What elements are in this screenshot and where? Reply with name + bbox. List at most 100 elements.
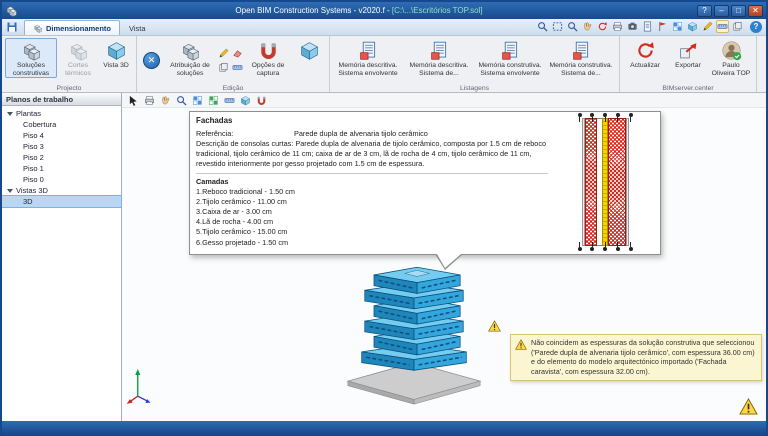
edit-icon[interactable]	[701, 20, 714, 33]
edit-tools-grid	[217, 47, 244, 74]
user-account-button[interactable]: Paulo Oliveira TOP	[709, 38, 753, 78]
opcoes-captura-button[interactable]: Opções de captura	[245, 38, 291, 78]
exportar-button[interactable]: Exportar	[668, 38, 708, 71]
help-icon[interactable]: ?	[750, 20, 762, 33]
minimize-button[interactable]: –	[714, 4, 729, 17]
tree-item-piso3[interactable]: Piso 3	[2, 141, 121, 152]
memoria-construtiva-envolvente-button[interactable]: Memória construtiva. Sistema envolvente	[475, 38, 545, 78]
close-button[interactable]: ✕	[748, 4, 763, 17]
help-button[interactable]: ?	[697, 4, 712, 17]
layer-item: 5.Tijolo cerâmico - 15.00 cm	[196, 227, 288, 237]
status-warning-icon[interactable]	[739, 398, 758, 415]
window-title: Open BIM Construction Systems - v2020.f …	[235, 6, 483, 15]
pan-icon[interactable]	[581, 20, 594, 33]
collapse-arrow-icon[interactable]	[7, 111, 13, 116]
grid-green-icon[interactable]	[207, 94, 219, 106]
edit-pencil-icon[interactable]	[217, 47, 230, 60]
wall-section-drawing	[556, 113, 654, 251]
window-title-path: [C:\...\Escritórios TOP.sol]	[391, 6, 483, 15]
view-3d-icon	[106, 40, 127, 61]
zoom-extents-icon[interactable]	[566, 20, 579, 33]
panel-title: Planos de trabalho	[2, 93, 121, 106]
previous-zoom-icon[interactable]	[596, 20, 609, 33]
export-icon	[678, 40, 699, 61]
main-area: Planos de trabalho Plantas Cobertura Pis…	[2, 93, 766, 421]
window-controls: ? – □ ✕	[697, 4, 763, 17]
memoria-construtiva-sistema-button[interactable]: Memória construtiva. Sistema de...	[546, 38, 616, 78]
mismatch-warning-tooltip: Não coincidem as espessuras da solução c…	[510, 334, 762, 381]
cancel-button[interactable]: ✕	[143, 51, 160, 69]
snap-icon[interactable]	[255, 94, 267, 106]
tree-item-3d[interactable]: 3D	[2, 195, 122, 208]
select-icon[interactable]	[127, 94, 139, 106]
dimension-ticks	[577, 241, 633, 251]
print-icon[interactable]	[611, 20, 624, 33]
vista-3d-button[interactable]: Vista 3D	[99, 38, 133, 71]
copy-icon[interactable]	[217, 61, 230, 74]
building-3d-model[interactable]	[337, 258, 491, 408]
cube-icon[interactable]	[686, 20, 699, 33]
measure-tool-icon[interactable]	[231, 61, 244, 74]
tree-item-piso4[interactable]: Piso 4	[2, 130, 121, 141]
layer-tijolo-11	[584, 117, 597, 246]
report-building-icon	[571, 40, 592, 61]
memoria-descritiva-sistema-button[interactable]: Memória descritiva. Sistema de...	[404, 38, 474, 78]
solution-info-popup: Fachadas Referência: Parede dupla de alv…	[189, 111, 661, 270]
model-warning-icon[interactable]	[488, 320, 501, 332]
layer-item: 1.Reboco tradicional - 1.50 cm	[196, 187, 295, 197]
edicao-extra-button[interactable]	[292, 38, 326, 62]
ribbon: Soluções construtivas Cortes térmicos Vi…	[2, 36, 766, 93]
ribbon-group-edicao: ✕ Atribuição de soluções Opções de captu…	[137, 36, 330, 92]
dimension-ticks	[577, 113, 633, 122]
print-icon[interactable]	[143, 94, 155, 106]
tree-item-piso2[interactable]: Piso 2	[2, 152, 121, 163]
zoom-window-icon[interactable]	[175, 94, 187, 106]
warning-icon	[515, 339, 527, 350]
quick-toolbar: ?	[536, 20, 762, 35]
cube-icon[interactable]	[239, 94, 251, 106]
cube-tool-icon	[299, 40, 320, 61]
capture-icon[interactable]	[626, 20, 639, 33]
tree-node-plantas[interactable]: Plantas	[2, 108, 121, 119]
status-bar	[2, 421, 766, 434]
layers-icon[interactable]	[671, 20, 684, 33]
actualizar-button[interactable]: Actualizar	[623, 38, 667, 71]
doc-icon[interactable]	[641, 20, 654, 33]
view-toolbar	[122, 93, 766, 108]
tree-item-cobertura[interactable]: Cobertura	[2, 119, 121, 130]
ribbon-group-projecto: Soluções construtivas Cortes térmicos Vi…	[2, 36, 137, 92]
reference-row: Referência: Parede dupla de alvenaria ti…	[196, 128, 428, 138]
maximize-button[interactable]: □	[731, 4, 746, 17]
ribbon-group-listagens: Memória descritiva. Sistema envolvente M…	[330, 36, 620, 92]
tree-item-piso0[interactable]: Piso 0	[2, 174, 121, 185]
model-viewport[interactable]: Fachadas Referência: Parede dupla de alv…	[122, 108, 766, 421]
search-icon[interactable]	[536, 20, 549, 33]
avatar	[721, 40, 742, 61]
collapse-arrow-icon[interactable]	[7, 188, 13, 193]
measure-icon[interactable]	[716, 20, 729, 33]
report-building-icon	[500, 40, 521, 61]
tab-dimensionamento-icon	[33, 23, 43, 33]
tree-node-vistas3d[interactable]: Vistas 3D	[2, 185, 121, 196]
window-icon[interactable]	[731, 20, 744, 33]
pan-icon[interactable]	[159, 94, 171, 106]
memoria-descritiva-envolvente-button[interactable]: Memória descritiva. Sistema envolvente	[333, 38, 403, 78]
tab-dimensionamento[interactable]: Dimensionamento	[24, 20, 121, 35]
flag-icon[interactable]	[656, 20, 669, 33]
cortes-termicos-button[interactable]: Cortes térmicos	[58, 38, 98, 78]
layer-item: 3.Caixa de ar - 3.00 cm	[196, 207, 272, 217]
tab-vista[interactable]: Vista	[120, 20, 155, 35]
measure-icon[interactable]	[223, 94, 235, 106]
layers-header: Camadas	[196, 173, 548, 187]
solucoes-construtivas-button[interactable]: Soluções construtivas	[5, 38, 57, 79]
assign-solutions-icon	[180, 40, 201, 61]
save-icon[interactable]	[6, 21, 18, 33]
grid-blue-icon[interactable]	[191, 94, 203, 106]
layer-tijolo-15	[607, 117, 626, 246]
atribuicao-solucoes-button[interactable]: Atribuição de soluções	[164, 38, 216, 78]
canvas-area: Fachadas Referência: Parede dupla de alv…	[122, 93, 766, 421]
axes-indicator	[126, 369, 151, 404]
erase-icon[interactable]	[231, 47, 244, 60]
zoom-window-icon[interactable]	[551, 20, 564, 33]
tree-item-piso1[interactable]: Piso 1	[2, 163, 121, 174]
